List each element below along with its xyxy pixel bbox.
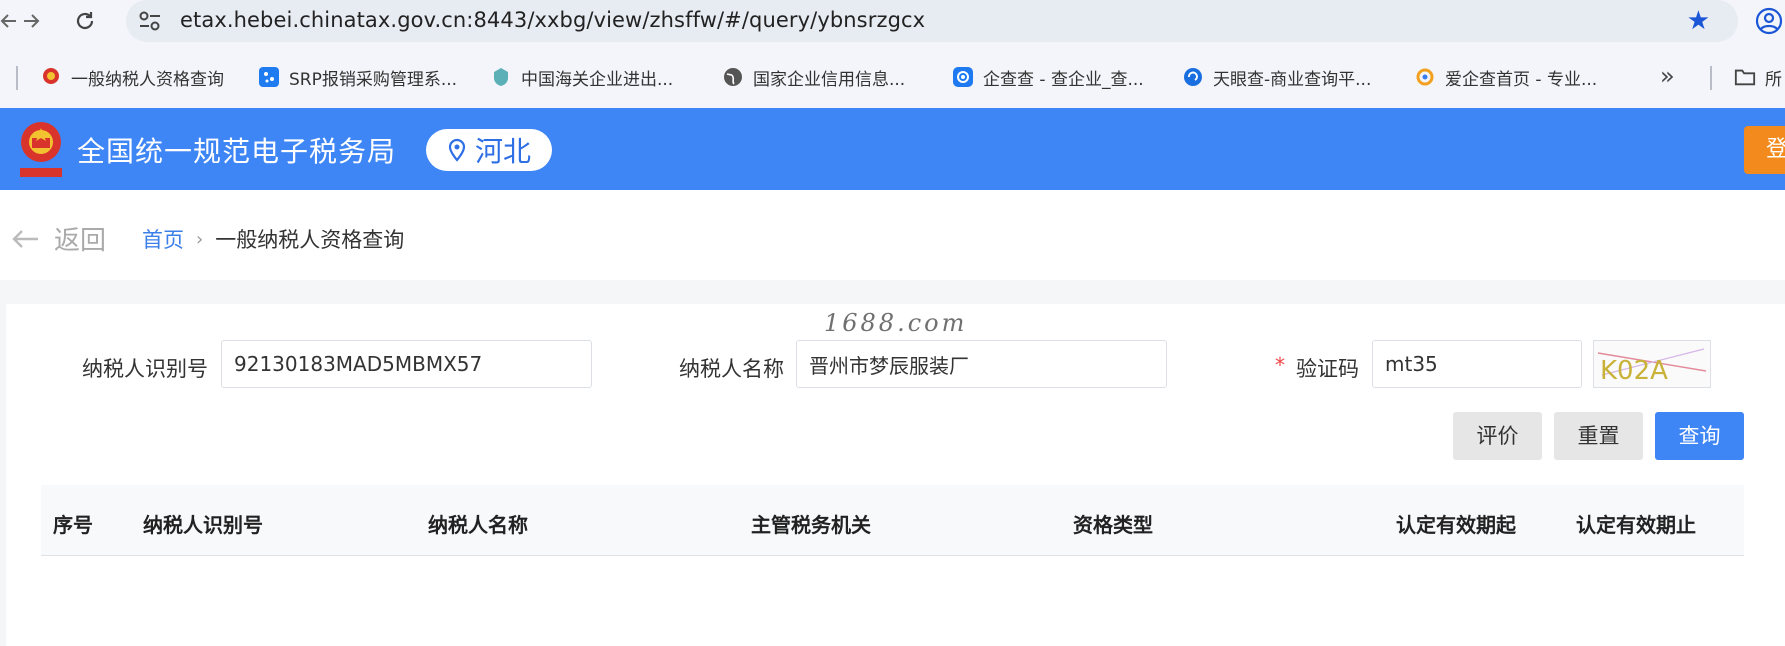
folder-icon (1734, 66, 1756, 88)
taxpayer-id-label: 纳税人识别号 (82, 357, 208, 381)
qichacha-icon (952, 66, 974, 88)
evaluate-button[interactable]: 评价 (1453, 412, 1542, 460)
more-bookmarks-button[interactable]: » (1660, 62, 1675, 90)
arrow-right-icon (24, 14, 40, 28)
aiqicha-icon (1414, 66, 1436, 88)
login-button[interactable]: 登 (1744, 126, 1785, 174)
taxpayer-id-input[interactable] (221, 340, 592, 388)
bookmark-item[interactable]: 国家企业信用信息... (722, 64, 905, 90)
forward-nav-button[interactable] (16, 6, 46, 36)
bookmark-separator (1710, 66, 1712, 90)
column-header-valid-from: 认定有效期起 (1396, 513, 1516, 537)
url-text[interactable]: etax.hebei.chinatax.gov.cn:8443/xxbg/vie… (180, 8, 925, 32)
reload-icon (76, 12, 94, 30)
bookmark-item[interactable]: SRP报销采购管理系... (258, 64, 457, 90)
breadcrumb: 首页 › 一般纳税人资格查询 (142, 224, 404, 254)
address-bar[interactable]: etax.hebei.chinatax.gov.cn:8443/xxbg/vie… (126, 0, 1738, 42)
required-mark: * (1275, 353, 1285, 377)
bookmark-separator (16, 66, 18, 90)
bookmark-star-icon[interactable]: ★ (1687, 6, 1710, 36)
site-title: 全国统一规范电子税务局 (77, 135, 397, 168)
column-header-taxpayer-name: 纳税人名称 (428, 513, 528, 537)
back-button[interactable]: 返回 (10, 220, 106, 257)
reset-button[interactable]: 重置 (1554, 412, 1643, 460)
breadcrumb-current: 一般纳税人资格查询 (215, 228, 405, 252)
bookmark-folder[interactable]: 所 (1734, 64, 1782, 90)
breadcrumb-separator: › (196, 228, 204, 250)
column-header-tax-authority: 主管税务机关 (751, 513, 871, 537)
result-table-header: 序号 纳税人识别号 纳税人名称 主管税务机关 资格类型 认定有效期起 认定有效期… (41, 485, 1744, 556)
watermark-text: 1688.com (824, 309, 968, 337)
column-header-valid-to: 认定有效期止 (1576, 513, 1696, 537)
bookmark-item[interactable]: 中国海关企业进出... (490, 64, 673, 90)
tax-emblem-icon (40, 66, 62, 88)
site-header: 全国统一规范电子税务局 河北 登 (0, 108, 1785, 190)
site-settings-icon[interactable] (138, 10, 162, 32)
profile-icon[interactable] (1754, 6, 1784, 36)
srp-icon (258, 66, 280, 88)
column-header-taxpayer-id: 纳税人识别号 (143, 513, 263, 537)
bookmarks-bar: 一般纳税人资格查询 SRP报销采购管理系... 中国海关企业进出... 国家企业… (0, 42, 1785, 109)
column-header-qualification-type: 资格类型 (1073, 513, 1153, 537)
bookmark-item[interactable]: 爱企查首页 - 专业... (1414, 64, 1597, 90)
back-label: 返回 (54, 226, 107, 256)
query-button[interactable]: 查询 (1655, 412, 1744, 460)
captcha-image[interactable]: K02A (1593, 340, 1711, 388)
captcha-char: K02A (1600, 356, 1668, 386)
browser-toolbar: etax.hebei.chinatax.gov.cn:8443/xxbg/vie… (0, 0, 1785, 42)
taxpayer-name-label: 纳税人名称 (679, 357, 784, 381)
region-label: 河北 (474, 135, 531, 168)
customs-icon (490, 66, 512, 88)
column-header-index: 序号 (53, 513, 93, 537)
breadcrumb-home-link[interactable]: 首页 (142, 224, 184, 254)
captcha-input[interactable] (1372, 340, 1582, 388)
globe-icon (722, 66, 744, 88)
region-selector[interactable]: 河北 (426, 129, 552, 171)
breadcrumb-bar: 返回 首页 › 一般纳税人资格查询 (0, 190, 1785, 280)
bookmark-item[interactable]: 企查查 - 查企业_查... (952, 64, 1144, 90)
taxpayer-name-input[interactable] (796, 340, 1167, 388)
captcha-graphic: K02A (1597, 348, 1707, 386)
bookmark-item[interactable]: 天眼查-商业查询平... (1182, 64, 1371, 90)
tax-emblem-logo (20, 122, 62, 177)
location-pin-icon (448, 138, 466, 162)
tianyancha-icon (1182, 66, 1204, 88)
bookmark-item[interactable]: 一般纳税人资格查询 (40, 64, 224, 90)
arrow-left-icon (12, 229, 38, 248)
reload-button[interactable] (70, 6, 100, 36)
captcha-label: 验证码 (1296, 357, 1359, 381)
